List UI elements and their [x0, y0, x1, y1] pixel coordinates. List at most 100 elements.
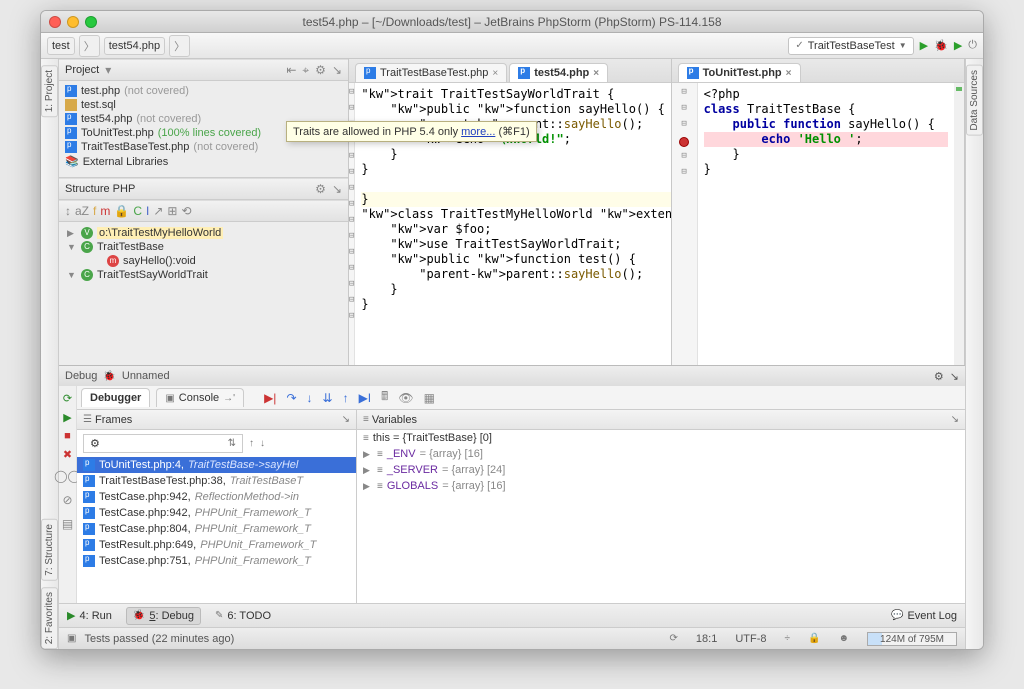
variable-row[interactable]: ▶≡ _ENV = {array} [16]	[357, 446, 965, 462]
step-out-icon[interactable]: ↑	[341, 389, 351, 407]
gutter-line[interactable]: ⊟	[672, 103, 697, 118]
debug-tool-tab[interactable]: 🐞 5: Debug	[126, 607, 201, 625]
stack-frame[interactable]: TraitTestBaseTest.php:38, TraitTestBaseT	[77, 473, 356, 489]
gutter-line[interactable]	[672, 135, 697, 150]
editor-tab[interactable]: ToUnitTest.php×	[678, 63, 801, 82]
hide-icon[interactable]: ↘	[950, 370, 959, 383]
structure-item[interactable]: ▼CTraitTestBase	[65, 240, 342, 254]
frames-list[interactable]: ToUnitTest.php:4, TraitTestBase->sayHelT…	[77, 457, 356, 603]
expand-icon[interactable]: ▶	[363, 465, 373, 476]
gutter-line[interactable]: ⊟	[349, 103, 354, 118]
show-inherited-icon[interactable]: ↗	[153, 204, 163, 218]
gutter-line[interactable]: ⊟	[349, 167, 354, 182]
thread-combo[interactable]: ⚙ ⇅	[83, 434, 243, 453]
todo-tool-tab[interactable]: ✎ 6: TODO	[215, 610, 271, 622]
hide-icon[interactable]: ↘	[332, 182, 342, 196]
class-icon[interactable]: C	[133, 204, 142, 218]
rerun-icon[interactable]: ⟳	[63, 392, 72, 405]
variable-row[interactable]: ▶≡ _SERVER = {array} [24]	[357, 462, 965, 478]
close-icon[interactable]: ×	[593, 68, 599, 79]
project-file-item[interactable]: test.sql	[65, 99, 342, 111]
run-tool-tab[interactable]: ▶ 4: Run	[67, 609, 112, 622]
stack-frame[interactable]: TestCase.php:942, ReflectionMethod->in	[77, 489, 356, 505]
bg-tasks-icon[interactable]: ⟳	[670, 633, 678, 644]
collapse-icon[interactable]: ⇤	[286, 63, 296, 77]
mute-breakpoints-icon[interactable]: ⊘	[60, 491, 74, 509]
stop-all-icon[interactable]: ✖	[63, 448, 72, 461]
tooltip-more-link[interactable]: more...	[461, 126, 495, 138]
project-file-item[interactable]: 📚External Libraries	[65, 155, 342, 168]
stack-frame[interactable]: TestCase.php:804, PHPUnit_Framework_T	[77, 521, 356, 537]
show-fields-icon[interactable]: f	[93, 204, 96, 218]
watch-icon[interactable]: 👁	[396, 389, 415, 407]
gear-icon[interactable]: ⚙	[315, 63, 326, 77]
gutter-right[interactable]: ⊟⊟⊟⊟⊟	[672, 83, 698, 365]
debugger-tab[interactable]: Debugger	[81, 388, 150, 407]
close-icon[interactable]: ×	[492, 68, 498, 79]
lock-icon[interactable]: 🔒	[114, 204, 129, 218]
show-methods-icon[interactable]: m	[100, 204, 110, 218]
run-coverage-icon[interactable]: ▶	[954, 39, 962, 52]
stack-frame[interactable]: TestResult.php:649, PHPUnit_Framework_T	[77, 537, 356, 553]
expand-icon[interactable]: ⊞	[167, 204, 177, 218]
settings-icon[interactable]: ▦	[422, 389, 437, 407]
target-icon[interactable]: ⌖	[302, 63, 309, 78]
expand-icon[interactable]: ▼	[67, 242, 77, 252]
variable-this[interactable]: ≡ this = {TraitTestBase} [0]	[357, 430, 965, 446]
structure-tool-tab[interactable]: 7: Structure	[41, 519, 58, 581]
evaluate-icon[interactable]: 🖩	[379, 385, 390, 410]
editor-tab[interactable]: TraitTestBaseTest.php×	[355, 63, 507, 82]
variable-row[interactable]: ▶≡ GLOBALS = {array} [16]	[357, 478, 965, 494]
layout-icon[interactable]: ▤	[60, 515, 75, 533]
code-area-right[interactable]: ⊟⊟⊟⊟⊟ <?php class TraitTestBase { public…	[672, 83, 964, 365]
marker-strip-right[interactable]	[954, 83, 964, 365]
expand-icon[interactable]: ▼	[67, 270, 77, 280]
stack-frame[interactable]: ToUnitTest.php:4, TraitTestBase->sayHel	[77, 457, 356, 473]
gutter-line[interactable]: ⊟	[349, 215, 354, 230]
gutter-line[interactable]: ⊟	[672, 167, 697, 182]
gutter-line[interactable]: ⊟	[349, 87, 354, 102]
memory-indicator[interactable]: 124M of 795M	[867, 632, 957, 646]
run-config-combo[interactable]: ✓ TraitTestBaseTest ▼	[788, 37, 913, 55]
gutter-line[interactable]: ⊟	[672, 87, 697, 102]
project-file-item[interactable]: TraitTestBaseTest.php (not covered)	[65, 141, 342, 153]
structure-item[interactable]: msayHello():void	[65, 254, 342, 268]
vars-list[interactable]: ▶≡ _ENV = {array} [16]▶≡ _SERVER = {arra…	[357, 446, 965, 494]
gear-icon[interactable]: ⚙	[934, 370, 944, 383]
encoding[interactable]: UTF-8	[735, 633, 766, 645]
run-to-cursor-icon[interactable]: ▶I	[357, 389, 374, 407]
data-sources-tab[interactable]: Data Sources	[966, 65, 983, 136]
stack-frame[interactable]: TestCase.php:942, PHPUnit_Framework_T	[77, 505, 356, 521]
step-over-icon[interactable]: ↷	[284, 389, 298, 407]
close-icon[interactable]	[49, 16, 61, 28]
expand-icon[interactable]: ▶	[67, 228, 77, 239]
stop-icon[interactable]: ■	[64, 430, 71, 442]
code-right[interactable]: <?php class TraitTestBase { public funct…	[698, 83, 954, 365]
chevron-down-icon[interactable]: ▾	[105, 63, 111, 77]
zoom-icon[interactable]	[85, 16, 97, 28]
favorites-tool-tab[interactable]: 2: Favorites	[41, 587, 58, 649]
gutter-line[interactable]: ⊟	[349, 199, 354, 214]
editor-tab[interactable]: test54.php×	[509, 63, 608, 82]
gutter-line[interactable]: ⊟	[349, 247, 354, 262]
step-into-icon[interactable]: ↓	[305, 389, 315, 407]
show-exec-icon[interactable]: ▶|	[262, 389, 278, 407]
project-tool-tab[interactable]: 1: Project	[41, 65, 58, 117]
gutter-line[interactable]: ⊟	[349, 231, 354, 246]
console-tab[interactable]: ▣ Console →'	[156, 388, 244, 407]
next-frame-icon[interactable]: ↓	[260, 438, 265, 449]
minimize-icon[interactable]	[67, 16, 79, 28]
sort-by-icon[interactable]: ↕	[65, 204, 71, 218]
run-settings-icon[interactable]: ⏻	[968, 39, 977, 52]
breakpoint-icon[interactable]	[679, 137, 689, 147]
ok-marker-icon[interactable]	[956, 87, 962, 91]
resume-icon[interactable]: ▶	[63, 411, 71, 424]
debug-icon[interactable]: 🐞	[934, 39, 948, 52]
run-icon[interactable]: ▶	[920, 39, 928, 52]
gear-icon[interactable]: ⚙	[315, 182, 326, 196]
interface-icon[interactable]: I	[146, 204, 149, 218]
hide-icon[interactable]: ↘	[342, 414, 350, 425]
expand-icon[interactable]: ▶	[363, 449, 373, 460]
lock-icon[interactable]: 🔒	[808, 633, 820, 644]
project-file-item[interactable]: test.php (not covered)	[65, 85, 342, 97]
